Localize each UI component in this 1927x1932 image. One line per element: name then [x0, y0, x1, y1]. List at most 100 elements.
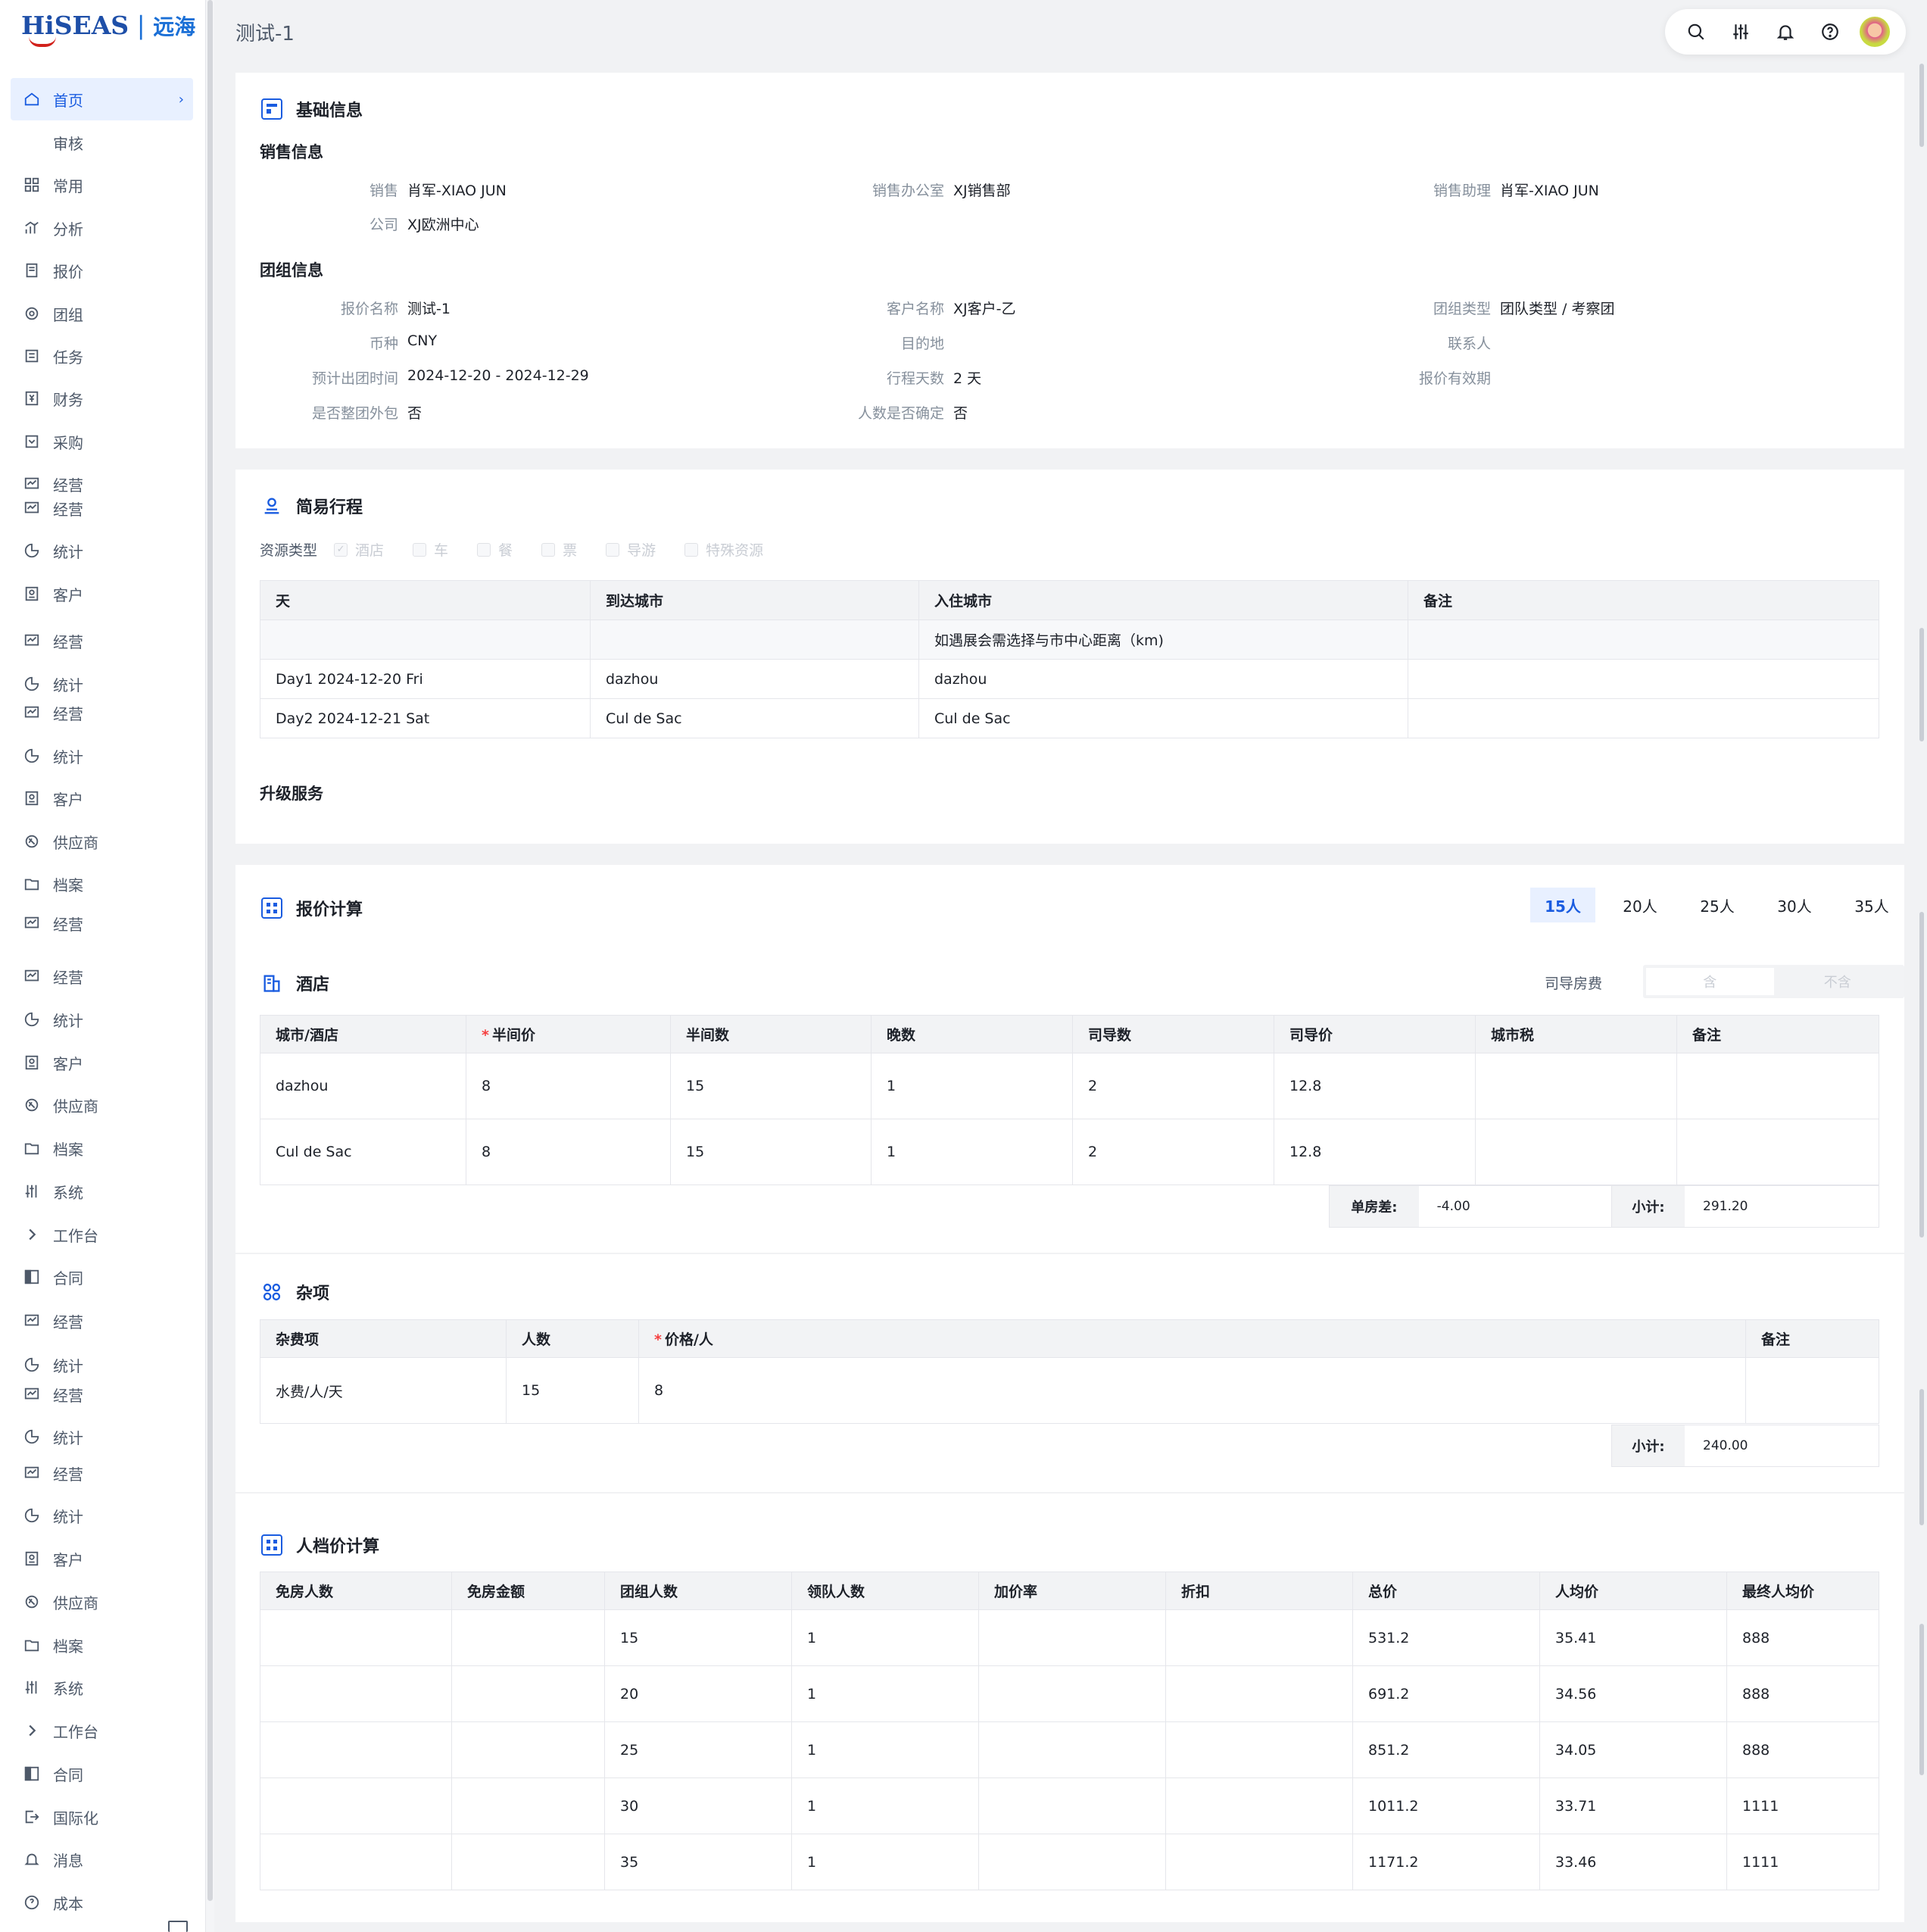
guide-fee-include[interactable]: 含 [1646, 968, 1774, 995]
table-cell[interactable] [451, 1778, 605, 1834]
table-cell[interactable]: 33.71 [1539, 1778, 1727, 1834]
table-cell[interactable]: 1 [791, 1834, 979, 1890]
sidebar-item-37[interactable]: 档案 [11, 1624, 193, 1666]
sidebar-item-8[interactable]: 采购 [11, 420, 193, 463]
sidebar-item-33[interactable]: 经营 [11, 1452, 193, 1494]
table-cell[interactable]: 1171.2 [1352, 1834, 1540, 1890]
sidebar-item-27[interactable]: 工作台 [11, 1213, 193, 1256]
sidebar-item-7[interactable]: 财务 [11, 377, 193, 420]
resource-checkbox[interactable]: ✓ 酒店 [334, 539, 384, 560]
table-cell[interactable]: 888 [1726, 1665, 1879, 1722]
table-cell[interactable]: dazhou [918, 659, 1408, 699]
resource-checkbox[interactable]: 导游 [606, 539, 656, 560]
table-cell[interactable]: 15 [670, 1119, 872, 1185]
table-cell[interactable] [1475, 1119, 1677, 1185]
sidebar-item-40[interactable]: 合同 [11, 1753, 193, 1795]
sidebar-item-35[interactable]: 客户 [11, 1537, 193, 1580]
sidebar-item-19[interactable]: 档案 [11, 863, 193, 905]
sidebar-scroll-thumb[interactable] [207, 0, 213, 1901]
table-cell[interactable]: 20 [604, 1665, 792, 1722]
table-cell[interactable] [978, 1721, 1166, 1778]
table-cell[interactable]: 1 [791, 1721, 979, 1778]
table-cell[interactable]: 2 [1072, 1119, 1274, 1185]
sidebar-item-29[interactable]: 经营 [11, 1300, 193, 1342]
sidebar-item-23[interactable]: 客户 [11, 1041, 193, 1084]
table-cell[interactable]: 25 [604, 1721, 792, 1778]
guide-fee-exclude[interactable]: 不含 [1774, 968, 1902, 995]
table-cell[interactable]: 851.2 [1352, 1721, 1540, 1778]
table-cell[interactable] [1165, 1834, 1353, 1890]
sidebar-item-11[interactable]: 统计 [11, 529, 193, 572]
table-cell[interactable]: 30 [604, 1778, 792, 1834]
avatar-button[interactable] [1859, 17, 1890, 47]
table-cell[interactable] [451, 1609, 605, 1666]
resource-checkbox[interactable]: 车 [413, 539, 448, 560]
table-cell[interactable]: 1111 [1726, 1778, 1879, 1834]
sidebar-item-4[interactable]: 报价 [11, 249, 193, 292]
table-cell[interactable]: 1 [871, 1053, 1073, 1119]
sidebar-item-39[interactable]: 工作台 [11, 1709, 193, 1752]
table-cell[interactable]: 1111 [1726, 1834, 1879, 1890]
table-cell[interactable] [978, 1778, 1166, 1834]
sidebar-item-31[interactable]: 经营 [11, 1373, 193, 1415]
sidebar-item-1[interactable]: 审核 [11, 121, 193, 164]
sidebar-item-6[interactable]: 任务 [11, 335, 193, 377]
main-scrollbar[interactable] [1919, 64, 1924, 1927]
table-cell[interactable]: 1 [791, 1778, 979, 1834]
table-cell[interactable]: 888 [1726, 1609, 1879, 1666]
sidebar-item-12[interactable]: 客户 [11, 573, 193, 615]
sidebar-item-24[interactable]: 供应商 [11, 1084, 193, 1126]
table-cell[interactable]: Cul de Sac [918, 698, 1408, 738]
table-cell[interactable] [1408, 698, 1879, 738]
table-cell[interactable]: 8 [466, 1119, 671, 1185]
sidebar-item-41[interactable]: 国际化 [11, 1796, 193, 1838]
table-cell[interactable]: 691.2 [1352, 1665, 1540, 1722]
table-cell[interactable]: 8 [466, 1053, 671, 1119]
settings-sliders-icon[interactable] [1726, 17, 1756, 47]
sidebar-item-18[interactable]: 供应商 [11, 820, 193, 863]
table-cell[interactable]: 1 [791, 1609, 979, 1666]
sidebar-item-22[interactable]: 统计 [11, 998, 193, 1041]
sidebar-item-20[interactable]: 经营 [11, 902, 193, 944]
sidebar-item-42[interactable]: 消息 [11, 1838, 193, 1881]
collapse-icon[interactable] [168, 1921, 188, 1932]
table-cell[interactable] [1165, 1721, 1353, 1778]
table-cell[interactable]: 2 [1072, 1053, 1274, 1119]
table-cell[interactable] [1165, 1609, 1353, 1666]
table-cell[interactable]: 15 [670, 1053, 872, 1119]
tab-people-2[interactable]: 25人 [1685, 888, 1750, 922]
sidebar-item-34[interactable]: 统计 [11, 1494, 193, 1537]
sidebar-item-43[interactable]: 成本 [11, 1881, 193, 1924]
sidebar-item-15[interactable]: 经营 [11, 691, 193, 734]
table-cell[interactable] [1408, 659, 1879, 699]
table-cell[interactable]: dazhou [590, 659, 919, 699]
sidebar-item-36[interactable]: 供应商 [11, 1581, 193, 1623]
table-cell[interactable]: 34.56 [1539, 1665, 1727, 1722]
sidebar-item-10[interactable]: 经营 [11, 487, 193, 529]
table-cell[interactable]: 35.41 [1539, 1609, 1727, 1666]
resource-checkbox[interactable]: 特殊资源 [684, 539, 763, 560]
sidebar-item-2[interactable]: 常用 [11, 164, 193, 206]
table-cell[interactable] [451, 1721, 605, 1778]
sidebar-item-25[interactable]: 档案 [11, 1127, 193, 1169]
table-cell[interactable]: 34.05 [1539, 1721, 1727, 1778]
table-cell[interactable]: 8 [638, 1357, 1746, 1424]
tab-people-3[interactable]: 30人 [1762, 888, 1827, 922]
table-cell[interactable] [1475, 1053, 1677, 1119]
table-cell[interactable] [1745, 1357, 1879, 1424]
sidebar-item-16[interactable]: 统计 [11, 735, 193, 777]
resource-checkbox[interactable]: 餐 [477, 539, 513, 560]
table-cell[interactable]: 15 [506, 1357, 639, 1424]
sidebar-item-3[interactable]: 分析 [11, 207, 193, 249]
table-cell[interactable]: 15 [604, 1609, 792, 1666]
table-cell[interactable] [1165, 1778, 1353, 1834]
bell-icon[interactable] [1770, 17, 1801, 47]
resource-checkbox[interactable]: 票 [541, 539, 577, 560]
table-cell[interactable] [451, 1834, 605, 1890]
table-cell[interactable] [1676, 1053, 1879, 1119]
table-cell[interactable] [1676, 1119, 1879, 1185]
table-cell[interactable]: 1011.2 [1352, 1778, 1540, 1834]
help-icon[interactable] [1815, 17, 1845, 47]
table-cell[interactable] [978, 1834, 1166, 1890]
table-cell[interactable]: 888 [1726, 1721, 1879, 1778]
